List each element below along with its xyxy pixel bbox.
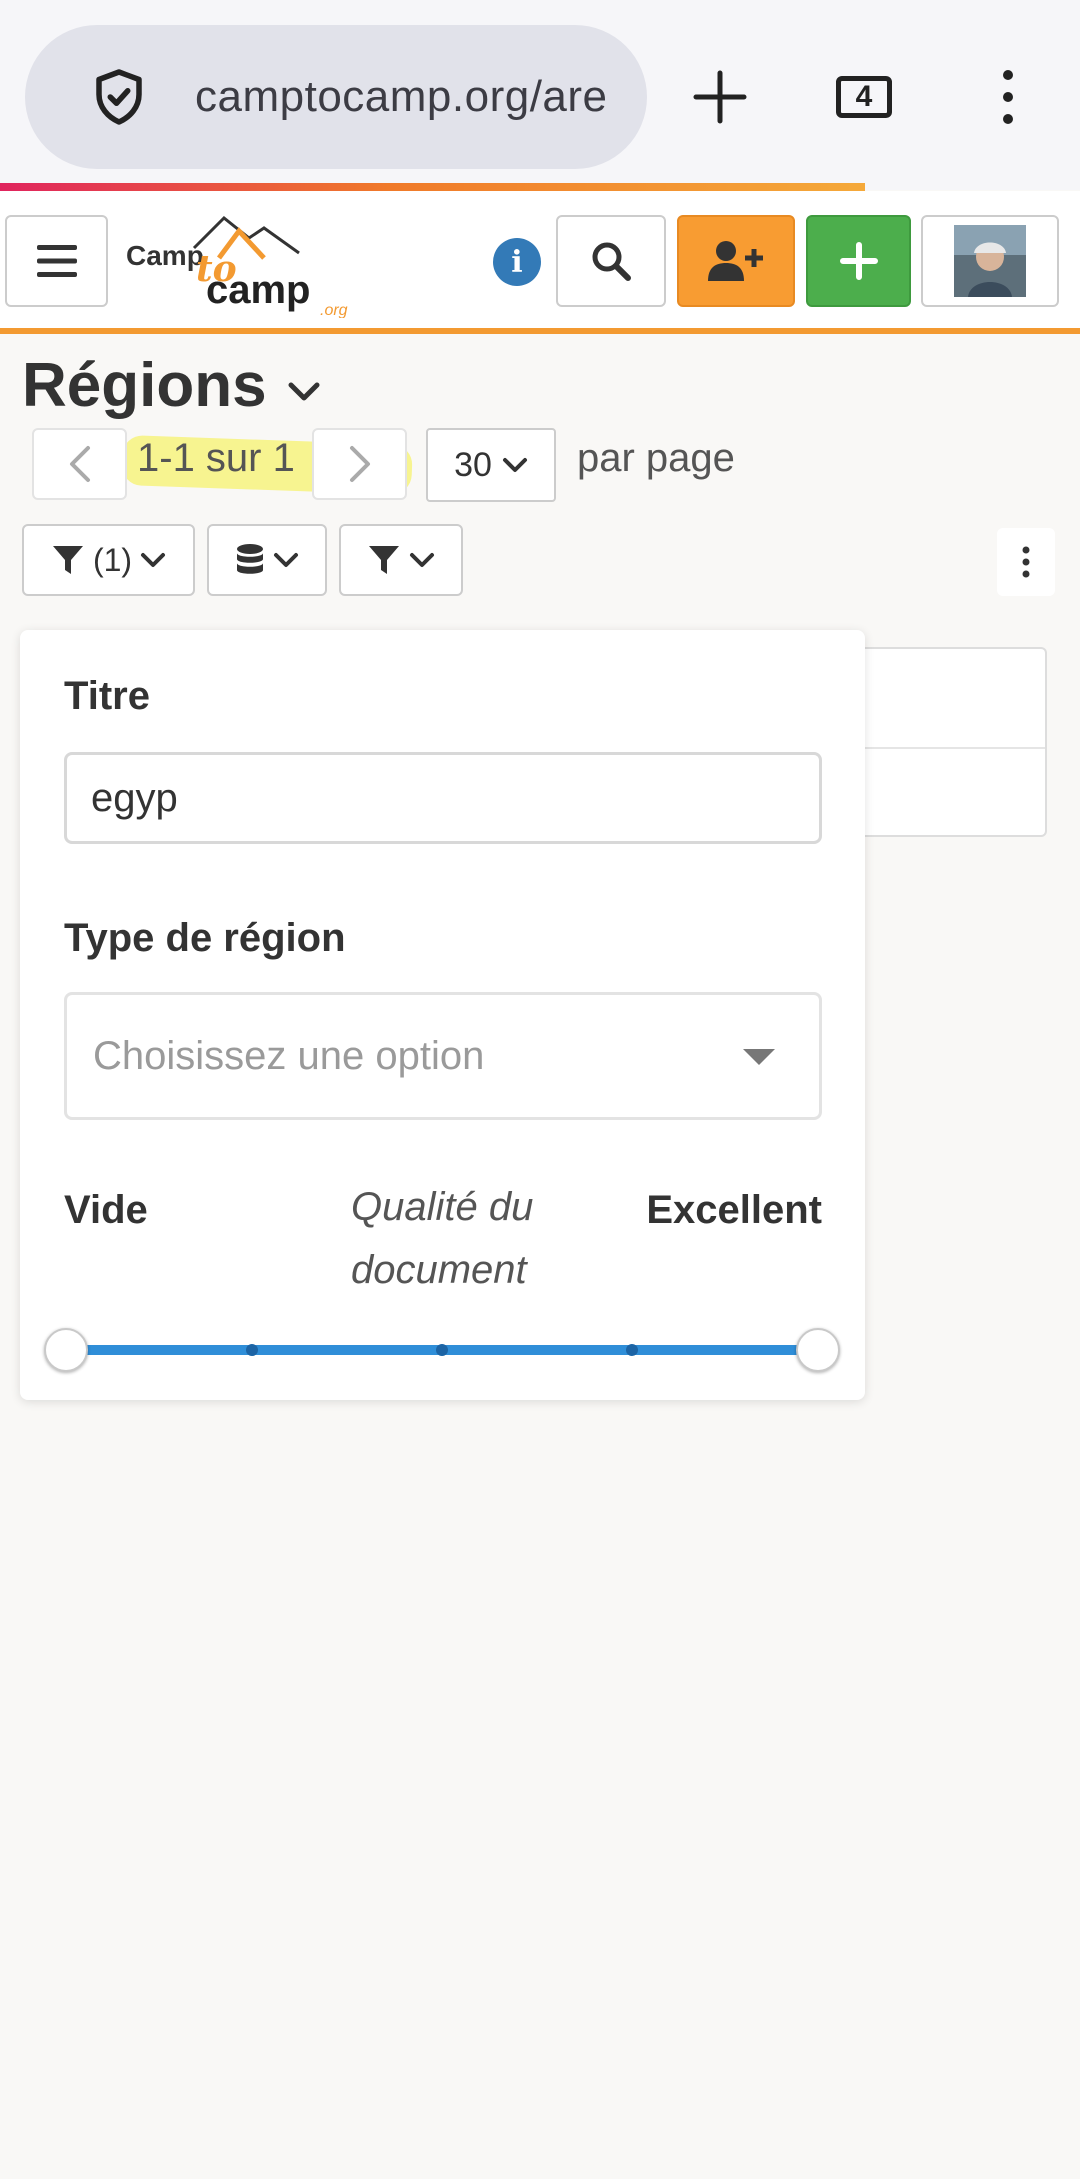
per-page-select[interactable]: 30 [426, 428, 556, 502]
kebab-icon [1003, 70, 1013, 124]
tab-count-badge: 4 [836, 76, 892, 118]
region-type-select[interactable]: Choisissez une option [64, 992, 822, 1120]
address-bar[interactable]: camptocamp.org/are [25, 25, 647, 169]
page-load-progress [0, 183, 865, 191]
result-card[interactable] [845, 647, 1047, 837]
browser-menu-button[interactable] [966, 55, 1050, 139]
pagination-range: 1-1 sur 1 [137, 436, 295, 480]
browser-toolbar: camptocamp.org/are 4 [0, 0, 1080, 191]
per-page-label: par page [577, 436, 735, 480]
previous-page-button[interactable] [32, 428, 127, 500]
filter-count: (1) [92, 541, 133, 578]
chevron-down-icon [141, 553, 166, 567]
more-options-button[interactable] [997, 528, 1055, 596]
chevron-left-icon [69, 446, 90, 482]
chevron-right-icon [349, 446, 370, 482]
user-avatar-button[interactable] [921, 215, 1059, 307]
caret-down-icon [743, 1049, 775, 1065]
kebab-icon [1022, 546, 1030, 578]
filter-button[interactable]: (1) [22, 524, 195, 596]
slider-tick [436, 1344, 448, 1356]
chevron-down-icon [410, 553, 434, 567]
signup-button[interactable] [677, 215, 795, 307]
svg-text:Camp: Camp [126, 240, 204, 271]
quality-title: Qualité du document [351, 1185, 534, 1292]
site-header: Camp to camp .org i [0, 191, 1080, 334]
menu-button[interactable] [5, 215, 108, 307]
quality-max-label: Excellent [646, 1188, 822, 1232]
camptocamp-logo[interactable]: Camp to camp .org [124, 203, 364, 319]
plus-icon [693, 70, 747, 124]
quality-slider[interactable] [44, 1328, 840, 1372]
hamburger-icon [36, 245, 77, 277]
url-text: camptocamp.org/are [195, 72, 608, 121]
title-filter-label: Titre [64, 674, 150, 718]
slider-min-handle[interactable] [44, 1328, 88, 1372]
page-title-row[interactable]: Régions [22, 350, 321, 421]
svg-text:camp: camp [206, 268, 311, 312]
filter-panel: Titre egyp Type de région Choisissez une… [20, 630, 865, 1400]
plus-icon [839, 242, 878, 280]
svg-text:.org: .org [320, 302, 348, 318]
new-tab-button[interactable] [678, 55, 762, 139]
database-button[interactable] [207, 524, 327, 596]
quality-min-label: Vide [64, 1188, 148, 1232]
chevron-down-icon [274, 553, 298, 567]
per-page-value: 30 [454, 445, 492, 484]
info-icon[interactable]: i [493, 238, 541, 286]
chevron-down-icon [288, 382, 320, 400]
filter-icon [369, 546, 399, 574]
region-type-label: Type de région [64, 916, 346, 960]
add-document-button[interactable] [806, 215, 911, 307]
filter-icon [52, 546, 83, 574]
database-icon [237, 544, 263, 574]
title-filter-input[interactable]: egyp [64, 752, 822, 844]
tab-switcher-button[interactable]: 4 [822, 55, 906, 139]
slider-tick [626, 1344, 638, 1356]
card-divider [845, 747, 1045, 749]
shield-icon [96, 69, 142, 125]
chevron-down-icon [502, 458, 527, 472]
page-title: Régions [22, 351, 267, 420]
search-icon [592, 242, 631, 281]
logo-icon: Camp to camp .org [126, 215, 348, 319]
advanced-filter-button[interactable] [339, 524, 463, 596]
user-plus-icon [708, 241, 763, 281]
slider-tick [246, 1344, 258, 1356]
avatar [954, 225, 1026, 297]
search-button[interactable] [556, 215, 666, 307]
slider-max-handle[interactable] [796, 1328, 840, 1372]
next-page-button[interactable] [312, 428, 407, 500]
region-type-placeholder: Choisissez une option [93, 1033, 485, 1078]
